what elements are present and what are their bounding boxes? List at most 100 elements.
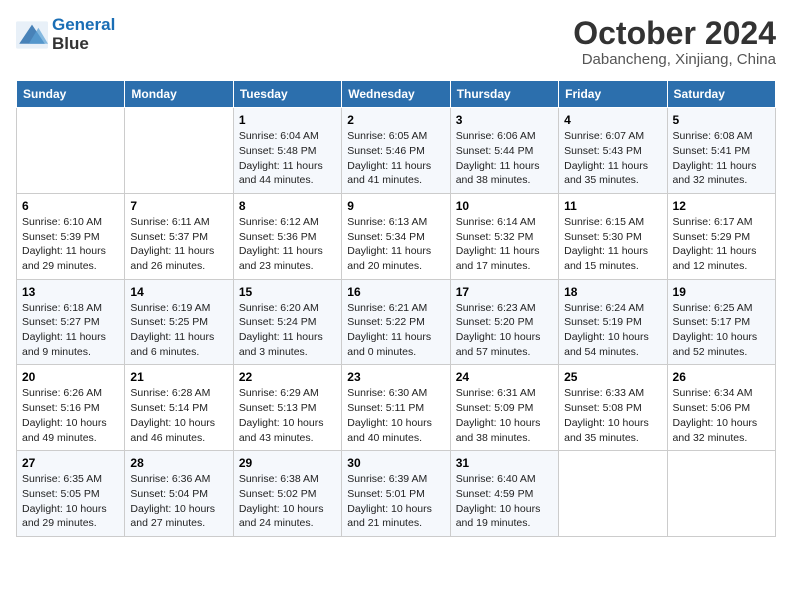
calendar-cell: 23 Sunrise: 6:30 AMSunset: 5:11 PMDaylig… (342, 365, 450, 451)
calendar-cell: 3 Sunrise: 6:06 AMSunset: 5:44 PMDayligh… (450, 108, 558, 194)
day-number: 17 (456, 285, 553, 299)
calendar-cell: 8 Sunrise: 6:12 AMSunset: 5:36 PMDayligh… (233, 193, 341, 279)
day-info: Sunrise: 6:34 AMSunset: 5:06 PMDaylight:… (673, 386, 770, 445)
calendar-body: 1 Sunrise: 6:04 AMSunset: 5:48 PMDayligh… (17, 108, 776, 537)
calendar-cell: 14 Sunrise: 6:19 AMSunset: 5:25 PMDaylig… (125, 279, 233, 365)
weekday-header-row: SundayMondayTuesdayWednesdayThursdayFrid… (17, 81, 776, 108)
calendar-week-4: 20 Sunrise: 6:26 AMSunset: 5:16 PMDaylig… (17, 365, 776, 451)
day-number: 25 (564, 370, 661, 384)
weekday-header-monday: Monday (125, 81, 233, 108)
calendar-cell: 9 Sunrise: 6:13 AMSunset: 5:34 PMDayligh… (342, 193, 450, 279)
day-number: 16 (347, 285, 444, 299)
day-number: 6 (22, 199, 119, 213)
logo-line2: Blue (52, 35, 115, 54)
day-number: 8 (239, 199, 336, 213)
day-number: 21 (130, 370, 227, 384)
day-info: Sunrise: 6:17 AMSunset: 5:29 PMDaylight:… (673, 215, 770, 274)
calendar-cell: 1 Sunrise: 6:04 AMSunset: 5:48 PMDayligh… (233, 108, 341, 194)
calendar-week-1: 1 Sunrise: 6:04 AMSunset: 5:48 PMDayligh… (17, 108, 776, 194)
day-number: 18 (564, 285, 661, 299)
day-info: Sunrise: 6:18 AMSunset: 5:27 PMDaylight:… (22, 301, 119, 360)
day-info: Sunrise: 6:08 AMSunset: 5:41 PMDaylight:… (673, 129, 770, 188)
day-number: 11 (564, 199, 661, 213)
day-info: Sunrise: 6:04 AMSunset: 5:48 PMDaylight:… (239, 129, 336, 188)
logo-icon (16, 21, 48, 49)
logo: General Blue (16, 16, 115, 53)
day-number: 7 (130, 199, 227, 213)
day-number: 28 (130, 456, 227, 470)
calendar-cell: 15 Sunrise: 6:20 AMSunset: 5:24 PMDaylig… (233, 279, 341, 365)
calendar-cell: 29 Sunrise: 6:38 AMSunset: 5:02 PMDaylig… (233, 451, 341, 537)
calendar-cell: 24 Sunrise: 6:31 AMSunset: 5:09 PMDaylig… (450, 365, 558, 451)
calendar-cell: 19 Sunrise: 6:25 AMSunset: 5:17 PMDaylig… (667, 279, 775, 365)
calendar-cell: 26 Sunrise: 6:34 AMSunset: 5:06 PMDaylig… (667, 365, 775, 451)
calendar-cell: 4 Sunrise: 6:07 AMSunset: 5:43 PMDayligh… (559, 108, 667, 194)
day-info: Sunrise: 6:19 AMSunset: 5:25 PMDaylight:… (130, 301, 227, 360)
calendar-cell: 22 Sunrise: 6:29 AMSunset: 5:13 PMDaylig… (233, 365, 341, 451)
calendar-cell: 17 Sunrise: 6:23 AMSunset: 5:20 PMDaylig… (450, 279, 558, 365)
calendar-cell: 21 Sunrise: 6:28 AMSunset: 5:14 PMDaylig… (125, 365, 233, 451)
day-number: 22 (239, 370, 336, 384)
day-number: 19 (673, 285, 770, 299)
calendar-cell: 20 Sunrise: 6:26 AMSunset: 5:16 PMDaylig… (17, 365, 125, 451)
weekday-header-tuesday: Tuesday (233, 81, 341, 108)
calendar-cell: 31 Sunrise: 6:40 AMSunset: 4:59 PMDaylig… (450, 451, 558, 537)
day-info: Sunrise: 6:15 AMSunset: 5:30 PMDaylight:… (564, 215, 661, 274)
calendar-header: SundayMondayTuesdayWednesdayThursdayFrid… (17, 81, 776, 108)
calendar-cell: 28 Sunrise: 6:36 AMSunset: 5:04 PMDaylig… (125, 451, 233, 537)
day-info: Sunrise: 6:40 AMSunset: 4:59 PMDaylight:… (456, 472, 553, 531)
day-number: 24 (456, 370, 553, 384)
day-info: Sunrise: 6:14 AMSunset: 5:32 PMDaylight:… (456, 215, 553, 274)
day-number: 31 (456, 456, 553, 470)
day-number: 23 (347, 370, 444, 384)
day-info: Sunrise: 6:10 AMSunset: 5:39 PMDaylight:… (22, 215, 119, 274)
day-number: 15 (239, 285, 336, 299)
calendar-cell (559, 451, 667, 537)
day-info: Sunrise: 6:12 AMSunset: 5:36 PMDaylight:… (239, 215, 336, 274)
calendar-cell: 18 Sunrise: 6:24 AMSunset: 5:19 PMDaylig… (559, 279, 667, 365)
day-info: Sunrise: 6:39 AMSunset: 5:01 PMDaylight:… (347, 472, 444, 531)
calendar-cell: 27 Sunrise: 6:35 AMSunset: 5:05 PMDaylig… (17, 451, 125, 537)
day-number: 27 (22, 456, 119, 470)
day-info: Sunrise: 6:07 AMSunset: 5:43 PMDaylight:… (564, 129, 661, 188)
page-header: General Blue October 2024 Dabancheng, Xi… (16, 16, 776, 68)
weekday-header-friday: Friday (559, 81, 667, 108)
month-year: October 2024 (573, 16, 776, 51)
calendar-cell (667, 451, 775, 537)
day-info: Sunrise: 6:24 AMSunset: 5:19 PMDaylight:… (564, 301, 661, 360)
calendar-cell: 11 Sunrise: 6:15 AMSunset: 5:30 PMDaylig… (559, 193, 667, 279)
day-info: Sunrise: 6:31 AMSunset: 5:09 PMDaylight:… (456, 386, 553, 445)
calendar-cell: 5 Sunrise: 6:08 AMSunset: 5:41 PMDayligh… (667, 108, 775, 194)
day-number: 3 (456, 113, 553, 127)
day-number: 9 (347, 199, 444, 213)
day-info: Sunrise: 6:35 AMSunset: 5:05 PMDaylight:… (22, 472, 119, 531)
day-info: Sunrise: 6:36 AMSunset: 5:04 PMDaylight:… (130, 472, 227, 531)
weekday-header-thursday: Thursday (450, 81, 558, 108)
weekday-header-saturday: Saturday (667, 81, 775, 108)
day-info: Sunrise: 6:29 AMSunset: 5:13 PMDaylight:… (239, 386, 336, 445)
day-info: Sunrise: 6:30 AMSunset: 5:11 PMDaylight:… (347, 386, 444, 445)
day-info: Sunrise: 6:33 AMSunset: 5:08 PMDaylight:… (564, 386, 661, 445)
logo-line1: General (52, 16, 115, 35)
calendar-cell: 12 Sunrise: 6:17 AMSunset: 5:29 PMDaylig… (667, 193, 775, 279)
day-info: Sunrise: 6:28 AMSunset: 5:14 PMDaylight:… (130, 386, 227, 445)
calendar-week-5: 27 Sunrise: 6:35 AMSunset: 5:05 PMDaylig… (17, 451, 776, 537)
day-info: Sunrise: 6:23 AMSunset: 5:20 PMDaylight:… (456, 301, 553, 360)
calendar-cell: 25 Sunrise: 6:33 AMSunset: 5:08 PMDaylig… (559, 365, 667, 451)
calendar-cell: 16 Sunrise: 6:21 AMSunset: 5:22 PMDaylig… (342, 279, 450, 365)
day-info: Sunrise: 6:38 AMSunset: 5:02 PMDaylight:… (239, 472, 336, 531)
day-info: Sunrise: 6:26 AMSunset: 5:16 PMDaylight:… (22, 386, 119, 445)
day-info: Sunrise: 6:06 AMSunset: 5:44 PMDaylight:… (456, 129, 553, 188)
day-number: 4 (564, 113, 661, 127)
weekday-header-wednesday: Wednesday (342, 81, 450, 108)
calendar-week-3: 13 Sunrise: 6:18 AMSunset: 5:27 PMDaylig… (17, 279, 776, 365)
day-number: 10 (456, 199, 553, 213)
calendar-cell: 2 Sunrise: 6:05 AMSunset: 5:46 PMDayligh… (342, 108, 450, 194)
calendar-cell: 30 Sunrise: 6:39 AMSunset: 5:01 PMDaylig… (342, 451, 450, 537)
day-number: 20 (22, 370, 119, 384)
day-number: 13 (22, 285, 119, 299)
day-number: 14 (130, 285, 227, 299)
calendar-cell: 6 Sunrise: 6:10 AMSunset: 5:39 PMDayligh… (17, 193, 125, 279)
logo-text-block: General Blue (52, 16, 115, 53)
day-info: Sunrise: 6:20 AMSunset: 5:24 PMDaylight:… (239, 301, 336, 360)
